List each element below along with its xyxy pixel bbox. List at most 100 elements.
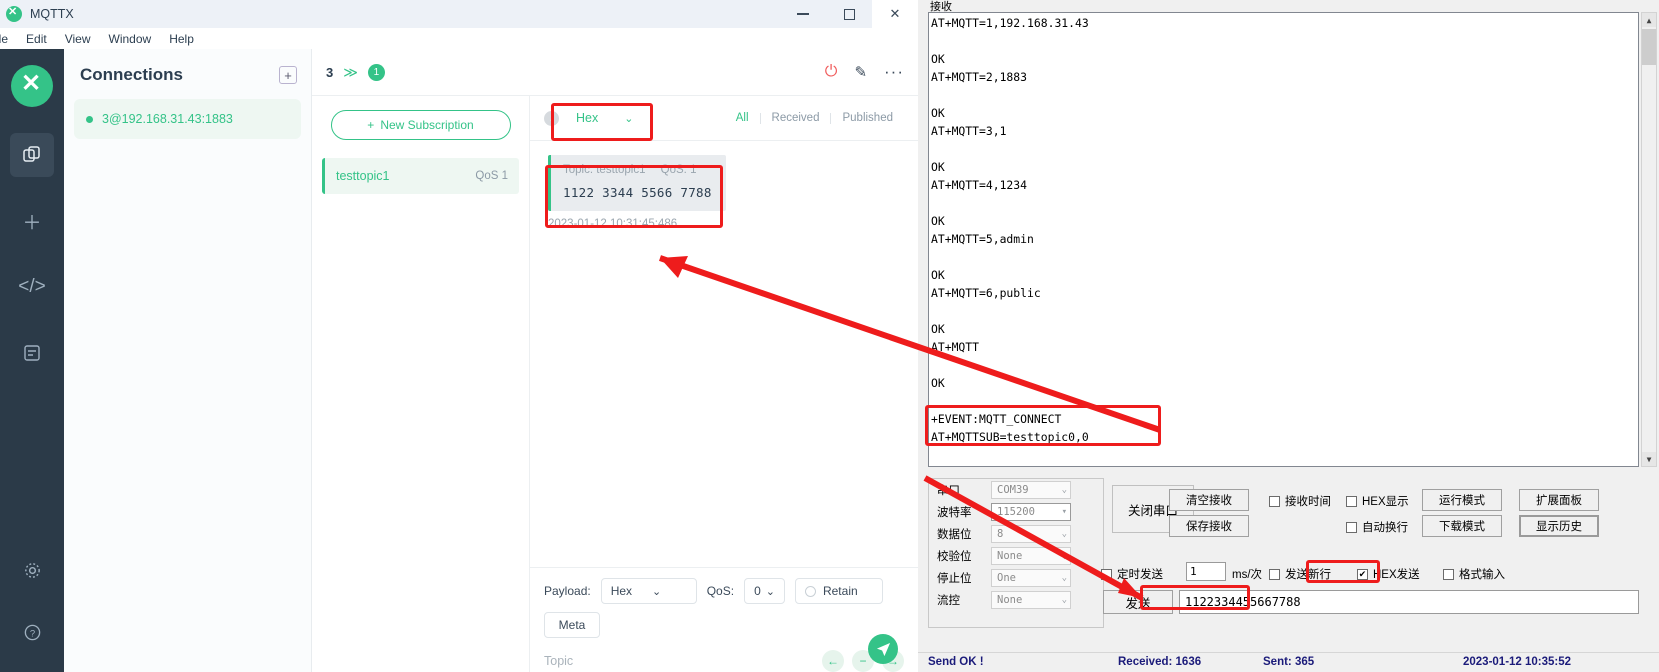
databits-select[interactable]: 8 ⌄ bbox=[991, 525, 1071, 543]
payload-label: Payload: bbox=[544, 584, 591, 598]
message-topic: Topic: testtopic1 bbox=[563, 164, 646, 176]
show-history-button[interactable]: 显示历史 bbox=[1519, 515, 1599, 537]
flowctrl-value: None bbox=[997, 594, 1023, 606]
serial-assistant-window: 接收 AT+MQTT=1,192.168.31.43 OK AT+MQTT=2,… bbox=[918, 0, 1659, 672]
auto-wrap-checkbox[interactable]: 自动换行 bbox=[1346, 519, 1408, 535]
stopbits-select[interactable]: One ⌄ bbox=[991, 569, 1071, 587]
prev-button[interactable]: ← bbox=[822, 650, 844, 672]
hex-display-checkbox[interactable]: HEX显示 bbox=[1346, 493, 1409, 509]
minimize-icon bbox=[797, 13, 809, 15]
setting-row-databits: 数据位 8 ⌄ bbox=[929, 523, 1103, 545]
composer-payload-select[interactable]: Hex ⌄ bbox=[600, 578, 697, 604]
minimize-button[interactable] bbox=[780, 0, 826, 28]
rail-item-script[interactable]: </> bbox=[10, 265, 54, 309]
plus-icon: + bbox=[367, 118, 375, 132]
run-mode-button[interactable]: 运行模式 bbox=[1422, 489, 1502, 511]
expand-panel-button[interactable]: 扩展面板 bbox=[1519, 489, 1599, 511]
send-data-input[interactable]: 1122334455667788 bbox=[1179, 590, 1639, 614]
rail-item-new[interactable]: ＋ bbox=[10, 199, 54, 243]
flowctrl-select[interactable]: None ⌄ bbox=[991, 591, 1071, 609]
baud-label: 波特率 bbox=[937, 507, 972, 519]
close-button[interactable]: ✕ bbox=[872, 0, 918, 28]
retain-toggle[interactable]: Retain bbox=[794, 578, 883, 604]
status-time: 2023-01-12 10:35:52 bbox=[1463, 656, 1572, 668]
setting-row-stopbits: 停止位 One ⌄ bbox=[929, 567, 1103, 589]
chevron-down-icon: ▾ bbox=[1061, 507, 1067, 517]
rail-item-connections[interactable] bbox=[10, 133, 54, 177]
menu-help[interactable]: Help bbox=[160, 32, 203, 46]
send-message-button[interactable] bbox=[868, 634, 898, 664]
pencil-icon[interactable]: ✎ bbox=[854, 63, 867, 81]
payload-format-select[interactable]: Hex ⌄ bbox=[567, 107, 642, 129]
new-subscription-button[interactable]: + New Subscription bbox=[330, 110, 511, 140]
download-mode-button[interactable]: 下载模式 bbox=[1422, 515, 1502, 537]
scroll-down-icon[interactable]: ▼ bbox=[1642, 452, 1656, 466]
serial-controls-group: 清空接收 保存接收 运行模式 下载模式 扩展面板 显示历史 接收时间 HEX显示… bbox=[1101, 478, 1659, 628]
databits-value: 8 bbox=[997, 528, 1004, 540]
receive-scrollbar[interactable]: ▲ ▼ bbox=[1641, 12, 1657, 467]
maximize-button[interactable] bbox=[826, 0, 872, 28]
power-icon[interactable]: ⏻ bbox=[825, 63, 838, 81]
timed-send-checkbox[interactable]: 定时发送 bbox=[1101, 566, 1163, 582]
message-qos: QoS: 1 bbox=[660, 164, 697, 176]
payload-format-value: Hex bbox=[576, 111, 599, 125]
subscriptions-panel: + New Subscription testtopic1 QoS 1 bbox=[312, 96, 530, 672]
more-icon[interactable]: ··· bbox=[884, 62, 904, 82]
composer-qos-select[interactable]: 0 ⌄ bbox=[744, 578, 785, 604]
hex-send-checkbox[interactable]: ✔ HEX发送 bbox=[1357, 566, 1420, 582]
scroll-up-icon[interactable]: ▲ bbox=[1642, 13, 1656, 27]
setting-row-port: 串口 COM39 ⌄ bbox=[929, 479, 1103, 501]
interval-unit-label: ms/次 bbox=[1232, 566, 1262, 582]
menu-window[interactable]: Window bbox=[100, 32, 161, 46]
filter-received[interactable]: Received bbox=[761, 112, 831, 124]
setting-row-parity: 校验位 None ⌄ bbox=[929, 545, 1103, 567]
menu-edit[interactable]: Edit bbox=[17, 32, 56, 46]
chevron-down-icon[interactable]: ≫ bbox=[343, 64, 358, 81]
format-input-checkbox[interactable]: 格式输入 bbox=[1443, 566, 1505, 582]
scrollbar-thumb[interactable] bbox=[1642, 29, 1656, 65]
maximize-icon bbox=[843, 8, 855, 20]
window-title: MQTTX bbox=[30, 7, 74, 21]
menu-bar: ile Edit View Window Help bbox=[0, 28, 918, 49]
message-bubble[interactable]: Topic: testtopic1 QoS: 1 1122 3344 5566 … bbox=[548, 155, 726, 211]
send-button[interactable]: 发送 bbox=[1103, 590, 1173, 614]
port-select[interactable]: COM39 ⌄ bbox=[991, 481, 1071, 499]
connection-status-dot bbox=[86, 115, 93, 123]
subscription-list-item[interactable]: testtopic1 QoS 1 bbox=[322, 158, 519, 194]
port-label: 串口 bbox=[937, 485, 960, 497]
clear-receive-button[interactable]: 清空接收 bbox=[1169, 489, 1249, 511]
meta-button[interactable]: Meta bbox=[544, 612, 600, 638]
save-receive-button[interactable]: 保存接收 bbox=[1169, 515, 1249, 537]
sent-count: Sent: 365 bbox=[1263, 656, 1315, 668]
filter-published[interactable]: Published bbox=[831, 112, 904, 124]
send-newline-checkbox[interactable]: 发送新行 bbox=[1269, 566, 1331, 582]
connection-title: 3 bbox=[326, 64, 334, 80]
rail-item-log[interactable] bbox=[10, 331, 54, 375]
databits-label: 数据位 bbox=[937, 529, 972, 541]
checkbox-icon bbox=[1346, 495, 1357, 507]
app-logo-icon bbox=[6, 5, 22, 22]
receive-textarea[interactable]: AT+MQTT=1,192.168.31.43 OK AT+MQTT=2,188… bbox=[928, 12, 1639, 467]
menu-file[interactable]: ile bbox=[0, 32, 17, 46]
topic-input[interactable]: Topic bbox=[544, 654, 573, 668]
chevron-down-icon: ⌄ bbox=[1061, 573, 1067, 583]
recv-time-checkbox[interactable]: 接收时间 bbox=[1269, 493, 1331, 509]
messages-panel: i Hex ⌄ All Received Published Topic: te… bbox=[530, 96, 918, 672]
composer-topic-row: Topic ← − → bbox=[544, 650, 904, 672]
add-connection-button[interactable]: + bbox=[279, 66, 297, 84]
message-meta: Topic: testtopic1 QoS: 1 bbox=[563, 164, 712, 176]
connection-list-item[interactable]: 3@192.168.31.43:1883 bbox=[74, 99, 301, 139]
log-icon bbox=[24, 345, 40, 361]
rail-item-help[interactable]: ? bbox=[10, 610, 54, 654]
rail-item-settings[interactable] bbox=[10, 548, 54, 592]
menu-view[interactable]: View bbox=[56, 32, 100, 46]
connection-name: 3@192.168.31.43:1883 bbox=[102, 112, 233, 126]
stopbits-value: One bbox=[997, 572, 1016, 584]
filter-all[interactable]: All bbox=[725, 112, 760, 124]
connections-title: Connections bbox=[80, 65, 183, 84]
send-newline-label: 发送新行 bbox=[1285, 569, 1331, 581]
timed-interval-input[interactable]: 1 bbox=[1186, 562, 1226, 581]
parity-select[interactable]: None ⌄ bbox=[991, 547, 1071, 565]
window-controls: ✕ bbox=[780, 0, 918, 28]
baud-select[interactable]: 115200 ▾ bbox=[991, 503, 1071, 521]
